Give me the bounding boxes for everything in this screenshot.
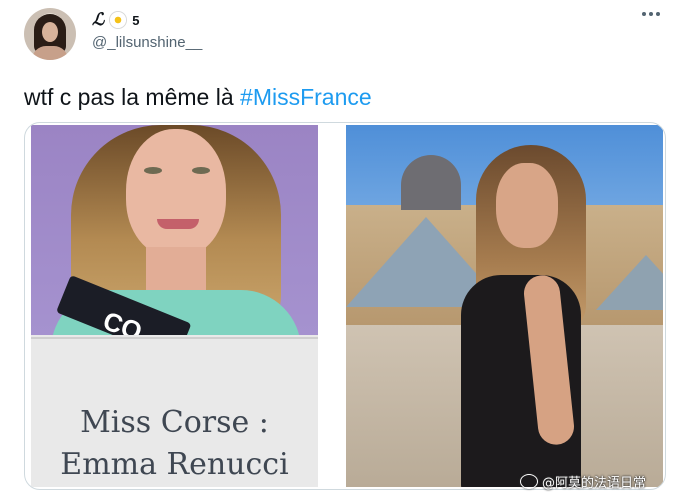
media-container[interactable]: CO Miss Corse : Emma Renucci — [24, 122, 666, 490]
media-image-left[interactable]: CO Miss Corse : Emma Renucci — [31, 125, 318, 487]
hashtag-link[interactable]: #MissFrance — [240, 84, 372, 110]
avatar[interactable] — [24, 8, 76, 60]
media-image-right[interactable] — [346, 125, 663, 487]
watermark: @阿莫的法语日常 — [520, 472, 646, 491]
tweet-text-body: wtf c pas la même là — [24, 84, 241, 110]
tweet-text: wtf c pas la même là #MissFrance — [24, 84, 372, 111]
image-caption: Miss Corse : Emma Renucci — [31, 337, 318, 487]
more-options-icon[interactable] — [642, 12, 660, 16]
portrait-photo: CO — [31, 125, 318, 335]
watermark-text: @阿莫的法语日常 — [542, 476, 647, 491]
display-name-number: 5 — [132, 12, 140, 28]
user-handle[interactable]: @_lilsunshine__ — [92, 34, 202, 51]
tweet-card: ℒ 5 @_lilsunshine__ wtf c pas la même là… — [0, 0, 690, 497]
daisy-emoji-icon — [110, 12, 127, 28]
caption-line-1: Miss Corse : — [80, 405, 269, 440]
display-name[interactable]: ℒ 5 — [92, 10, 139, 30]
caption-line-2: Emma Renucci — [60, 447, 289, 482]
display-name-symbol: ℒ — [92, 10, 105, 30]
weibo-logo-icon — [520, 474, 538, 489]
